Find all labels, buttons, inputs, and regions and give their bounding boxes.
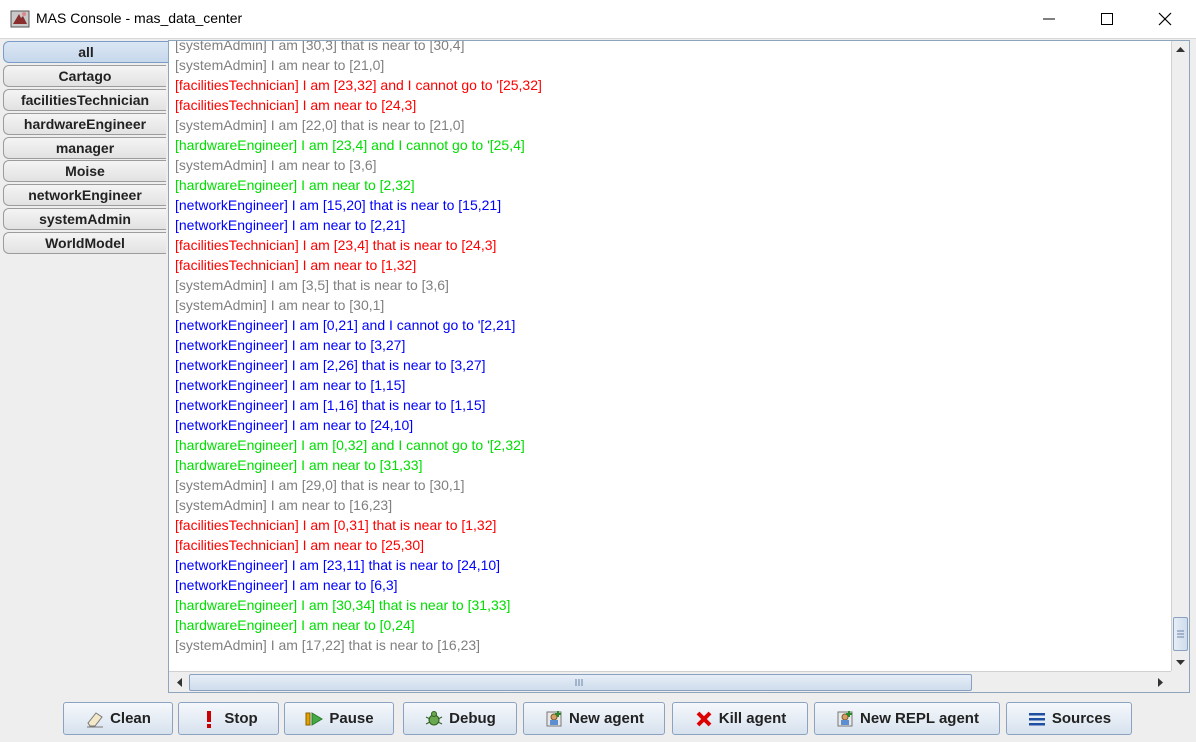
log-line: [networkEngineer] I am [23,11] that is n… [175, 557, 501, 573]
new-agent-button-label: New agent [568, 710, 644, 727]
exclamation-icon [199, 709, 219, 729]
horizontal-scrollbar[interactable] [169, 671, 1171, 692]
window-title: MAS Console - mas_data_center [36, 10, 243, 26]
stop-button[interactable]: Stop [178, 702, 279, 735]
kill-agent-button-label: Kill agent [718, 710, 787, 727]
arrow-right-icon [1158, 678, 1163, 687]
close-button[interactable] [1136, 0, 1194, 38]
log-line: [systemAdmin] I am [3,5] that is near to… [175, 277, 449, 293]
scroll-left-button[interactable] [171, 674, 188, 691]
log-line: [networkEngineer] I am [2,26] that is ne… [175, 357, 486, 373]
agent-tab-strip: all Cartago facilitiesTechnician hardwar… [3, 40, 168, 700]
maximize-icon [1101, 13, 1113, 25]
tab-all[interactable]: all [3, 41, 168, 63]
tab-moise[interactable]: Moise [3, 160, 166, 182]
tab-facilities-technician[interactable]: facilitiesTechnician [3, 89, 166, 111]
new-repl-agent-button[interactable]: New REPL agent [814, 702, 1000, 735]
stop-button-label: Stop [224, 710, 258, 727]
pause-button-label: Pause [329, 710, 374, 727]
close-icon [1158, 12, 1172, 26]
log-line: [facilitiesTechnician] I am [0,31] that … [175, 517, 497, 533]
log-line: [facilitiesTechnician] I am near to [1,3… [175, 257, 417, 273]
grip-icon [575, 679, 583, 686]
log-line: [networkEngineer] I am near to [6,3] [175, 577, 398, 593]
eraser-icon [85, 709, 105, 729]
pause-button[interactable]: Pause [284, 702, 394, 735]
log-line: [networkEngineer] I am [0,21] and I cann… [175, 317, 516, 333]
tab-network-engineer[interactable]: networkEngineer [3, 184, 166, 206]
log-line: [hardwareEngineer] I am near to [0,24] [175, 617, 415, 633]
scroll-up-button[interactable] [1172, 41, 1189, 58]
log-line: [facilitiesTechnician] I am [23,32] and … [175, 77, 542, 93]
log-lines: [systemAdmin] I am [30,3] that is near t… [175, 41, 542, 655]
kill-agent-button[interactable]: Kill agent [672, 702, 808, 735]
log-line: [facilitiesTechnician] I am near to [25,… [175, 537, 425, 553]
vertical-scroll-thumb[interactable] [1173, 617, 1188, 651]
vertical-scrollbar[interactable] [1171, 41, 1189, 671]
debug-button-label: Debug [449, 710, 496, 727]
console-output[interactable]: [systemAdmin] I am [30,3] that is near t… [169, 41, 1171, 671]
log-line: [systemAdmin] I am near to [3,6] [175, 157, 377, 173]
debug-button[interactable]: Debug [403, 702, 517, 735]
log-line: [networkEngineer] I am near to [1,15] [175, 377, 406, 393]
log-line: [systemAdmin] I am near to [21,0] [175, 57, 385, 73]
log-line: [hardwareEngineer] I am near to [31,33] [175, 457, 423, 473]
arrow-left-icon [177, 678, 182, 687]
new-agent-button[interactable]: New agent [523, 702, 665, 735]
arrow-down-icon [1176, 660, 1185, 665]
log-line: [systemAdmin] I am [17,22] that is near … [175, 637, 481, 653]
log-line: [systemAdmin] I am near to [16,23] [175, 497, 393, 513]
scroll-right-button[interactable] [1152, 674, 1169, 691]
minimize-button[interactable] [1020, 0, 1078, 38]
log-line: [facilitiesTechnician] I am [23,4] that … [175, 237, 497, 253]
pause-icon [304, 709, 324, 729]
log-line: [hardwareEngineer] I am [0,32] and I can… [175, 437, 525, 453]
log-line: [hardwareEngineer] I am [30,34] that is … [175, 597, 511, 613]
tab-cartago[interactable]: Cartago [3, 65, 166, 87]
log-line: [networkEngineer] I am near to [24,10] [175, 417, 414, 433]
horizontal-scroll-thumb[interactable] [189, 674, 972, 691]
tab-world-model[interactable]: WorldModel [3, 232, 166, 254]
add-agent-icon [544, 709, 564, 729]
log-line: [systemAdmin] I am [22,0] that is near t… [175, 117, 465, 133]
tab-manager[interactable]: manager [3, 137, 166, 159]
minimize-icon [1043, 18, 1055, 20]
tab-system-admin[interactable]: systemAdmin [3, 208, 166, 230]
log-line: [networkEngineer] I am [1,16] that is ne… [175, 397, 486, 413]
mas-console-icon [10, 9, 30, 29]
log-line: [systemAdmin] I am near to [30,1] [175, 297, 385, 313]
title-bar: MAS Console - mas_data_center [0, 0, 1196, 39]
scroll-corner [1171, 671, 1189, 692]
list-icon [1027, 709, 1047, 729]
log-line: [hardwareEngineer] I am [23,4] and I can… [175, 137, 525, 153]
log-line: [networkEngineer] I am near to [3,27] [175, 337, 406, 353]
grip-icon [1177, 630, 1184, 638]
clean-button-label: Clean [110, 710, 151, 727]
add-repl-agent-icon [835, 709, 855, 729]
bug-icon [424, 709, 444, 729]
sources-button-label: Sources [1051, 710, 1112, 727]
sources-button[interactable]: Sources [1006, 702, 1132, 735]
log-line: [networkEngineer] I am [15,20] that is n… [175, 197, 502, 213]
tab-hardware-engineer[interactable]: hardwareEngineer [3, 113, 166, 135]
maximize-button[interactable] [1078, 0, 1136, 38]
log-line: [hardwareEngineer] I am near to [2,32] [175, 177, 415, 193]
log-line: [networkEngineer] I am near to [2,21] [175, 217, 406, 233]
scroll-down-button[interactable] [1172, 654, 1189, 671]
arrow-up-icon [1176, 47, 1185, 52]
log-line: [facilitiesTechnician] I am near to [24,… [175, 97, 417, 113]
console-panel: [systemAdmin] I am [30,3] that is near t… [168, 40, 1190, 693]
log-line: [systemAdmin] I am [29,0] that is near t… [175, 477, 465, 493]
kill-icon [694, 709, 714, 729]
new-repl-agent-button-label: New REPL agent [860, 710, 979, 727]
clean-button[interactable]: Clean [63, 702, 173, 735]
log-line: [systemAdmin] I am [30,3] that is near t… [175, 41, 465, 53]
